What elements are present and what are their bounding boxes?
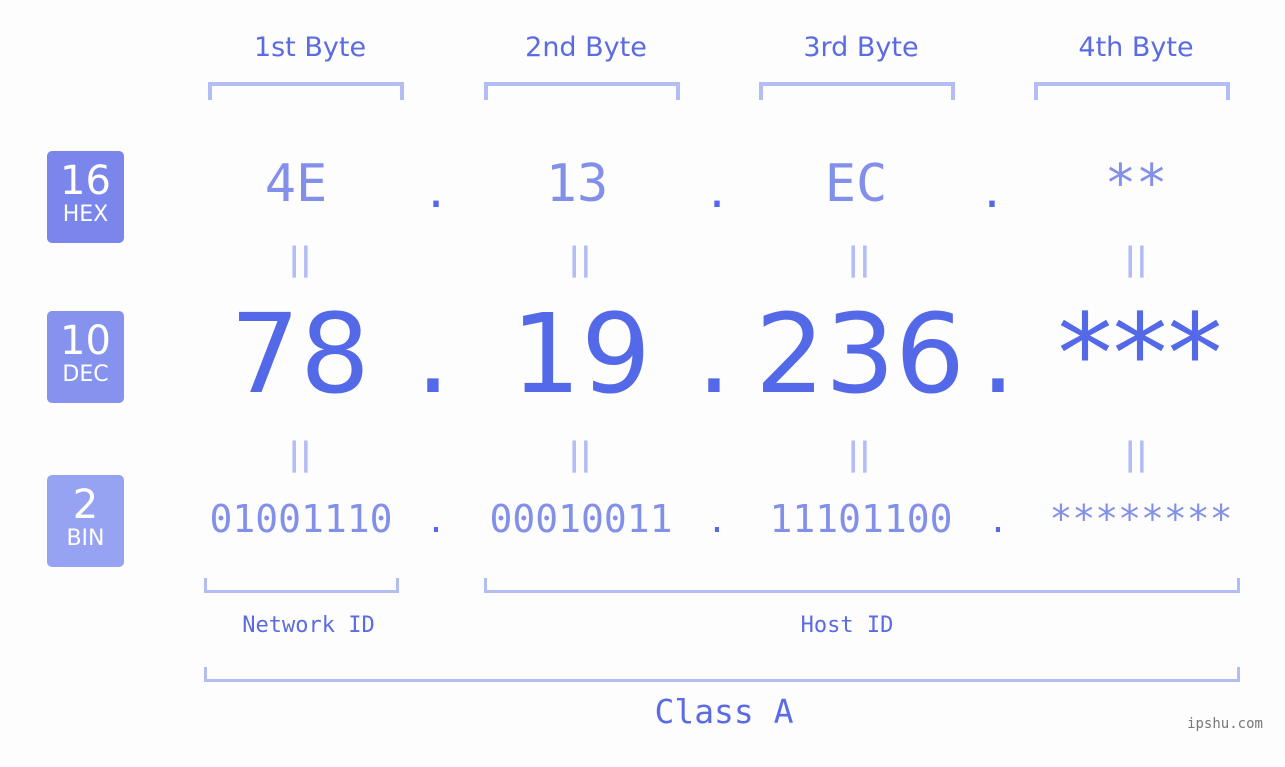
dec-byte-3: 236 [755,290,965,418]
bin-byte-1: 01001110 [209,497,393,541]
dec-badge: 10 DEC [47,311,124,403]
hex-badge: 16 HEX [47,151,124,243]
hex-byte-2: 13 [545,154,609,214]
hex-label: HEX [62,202,109,227]
hex-base: 16 [60,158,111,204]
bin-byte-3: 11101100 [769,497,953,541]
dec-byte-4: *** [1057,290,1223,418]
equals-dec-bin-4: || [1124,435,1148,473]
bin-badge: 2 BIN [47,475,124,567]
network-id-bracket [204,578,399,593]
dec-base: 10 [60,318,111,364]
dec-byte-1: 78 [230,290,370,418]
equals-hex-dec-2: || [568,240,592,278]
ip-diagram: 1st Byte 2nd Byte 3rd Byte 4th Byte 16 H… [0,0,1285,767]
header-byte-2: 2nd Byte [525,32,647,63]
dec-dot-3: . [980,290,1016,418]
bin-byte-2: 00010011 [489,497,673,541]
bin-byte-4: ******** [1049,497,1233,541]
bracket-byte-4 [1034,82,1230,100]
hex-byte-1: 4E [264,154,328,214]
equals-dec-bin-3: || [847,435,871,473]
bin-label: BIN [66,526,105,551]
dec-byte-2: 19 [511,290,651,418]
class-label: Class A [654,692,794,731]
header-byte-1: 1st Byte [253,32,367,63]
equals-hex-dec-3: || [847,240,871,278]
host-id-label: Host ID [800,613,894,638]
hex-byte-4: ** [1104,154,1168,214]
hex-dot-2: . [708,160,726,220]
bracket-byte-1 [208,82,404,100]
hex-dot-3: . [983,160,1001,220]
bin-dot-2: . [710,496,724,542]
equals-dec-bin-2: || [568,435,592,473]
watermark: ipshu.com [1187,716,1263,732]
bracket-byte-3 [759,82,955,100]
dec-dot-2: . [696,290,732,418]
bin-dot-1: . [429,496,443,542]
dec-dot-1: . [415,290,451,418]
bin-base: 2 [72,482,99,528]
equals-hex-dec-4: || [1124,240,1148,278]
header-byte-4: 4th Byte [1078,32,1194,63]
hex-byte-3: EC [824,154,888,214]
network-id-label: Network ID [242,613,375,638]
equals-dec-bin-1: || [288,435,312,473]
dec-label: DEC [62,362,109,387]
equals-hex-dec-1: || [288,240,312,278]
bin-dot-3: . [991,496,1005,542]
hex-dot-1: . [427,160,445,220]
host-id-bracket [484,578,1240,593]
header-byte-3: 3rd Byte [803,32,919,63]
class-bracket [204,667,1240,682]
bracket-byte-2 [484,82,680,100]
